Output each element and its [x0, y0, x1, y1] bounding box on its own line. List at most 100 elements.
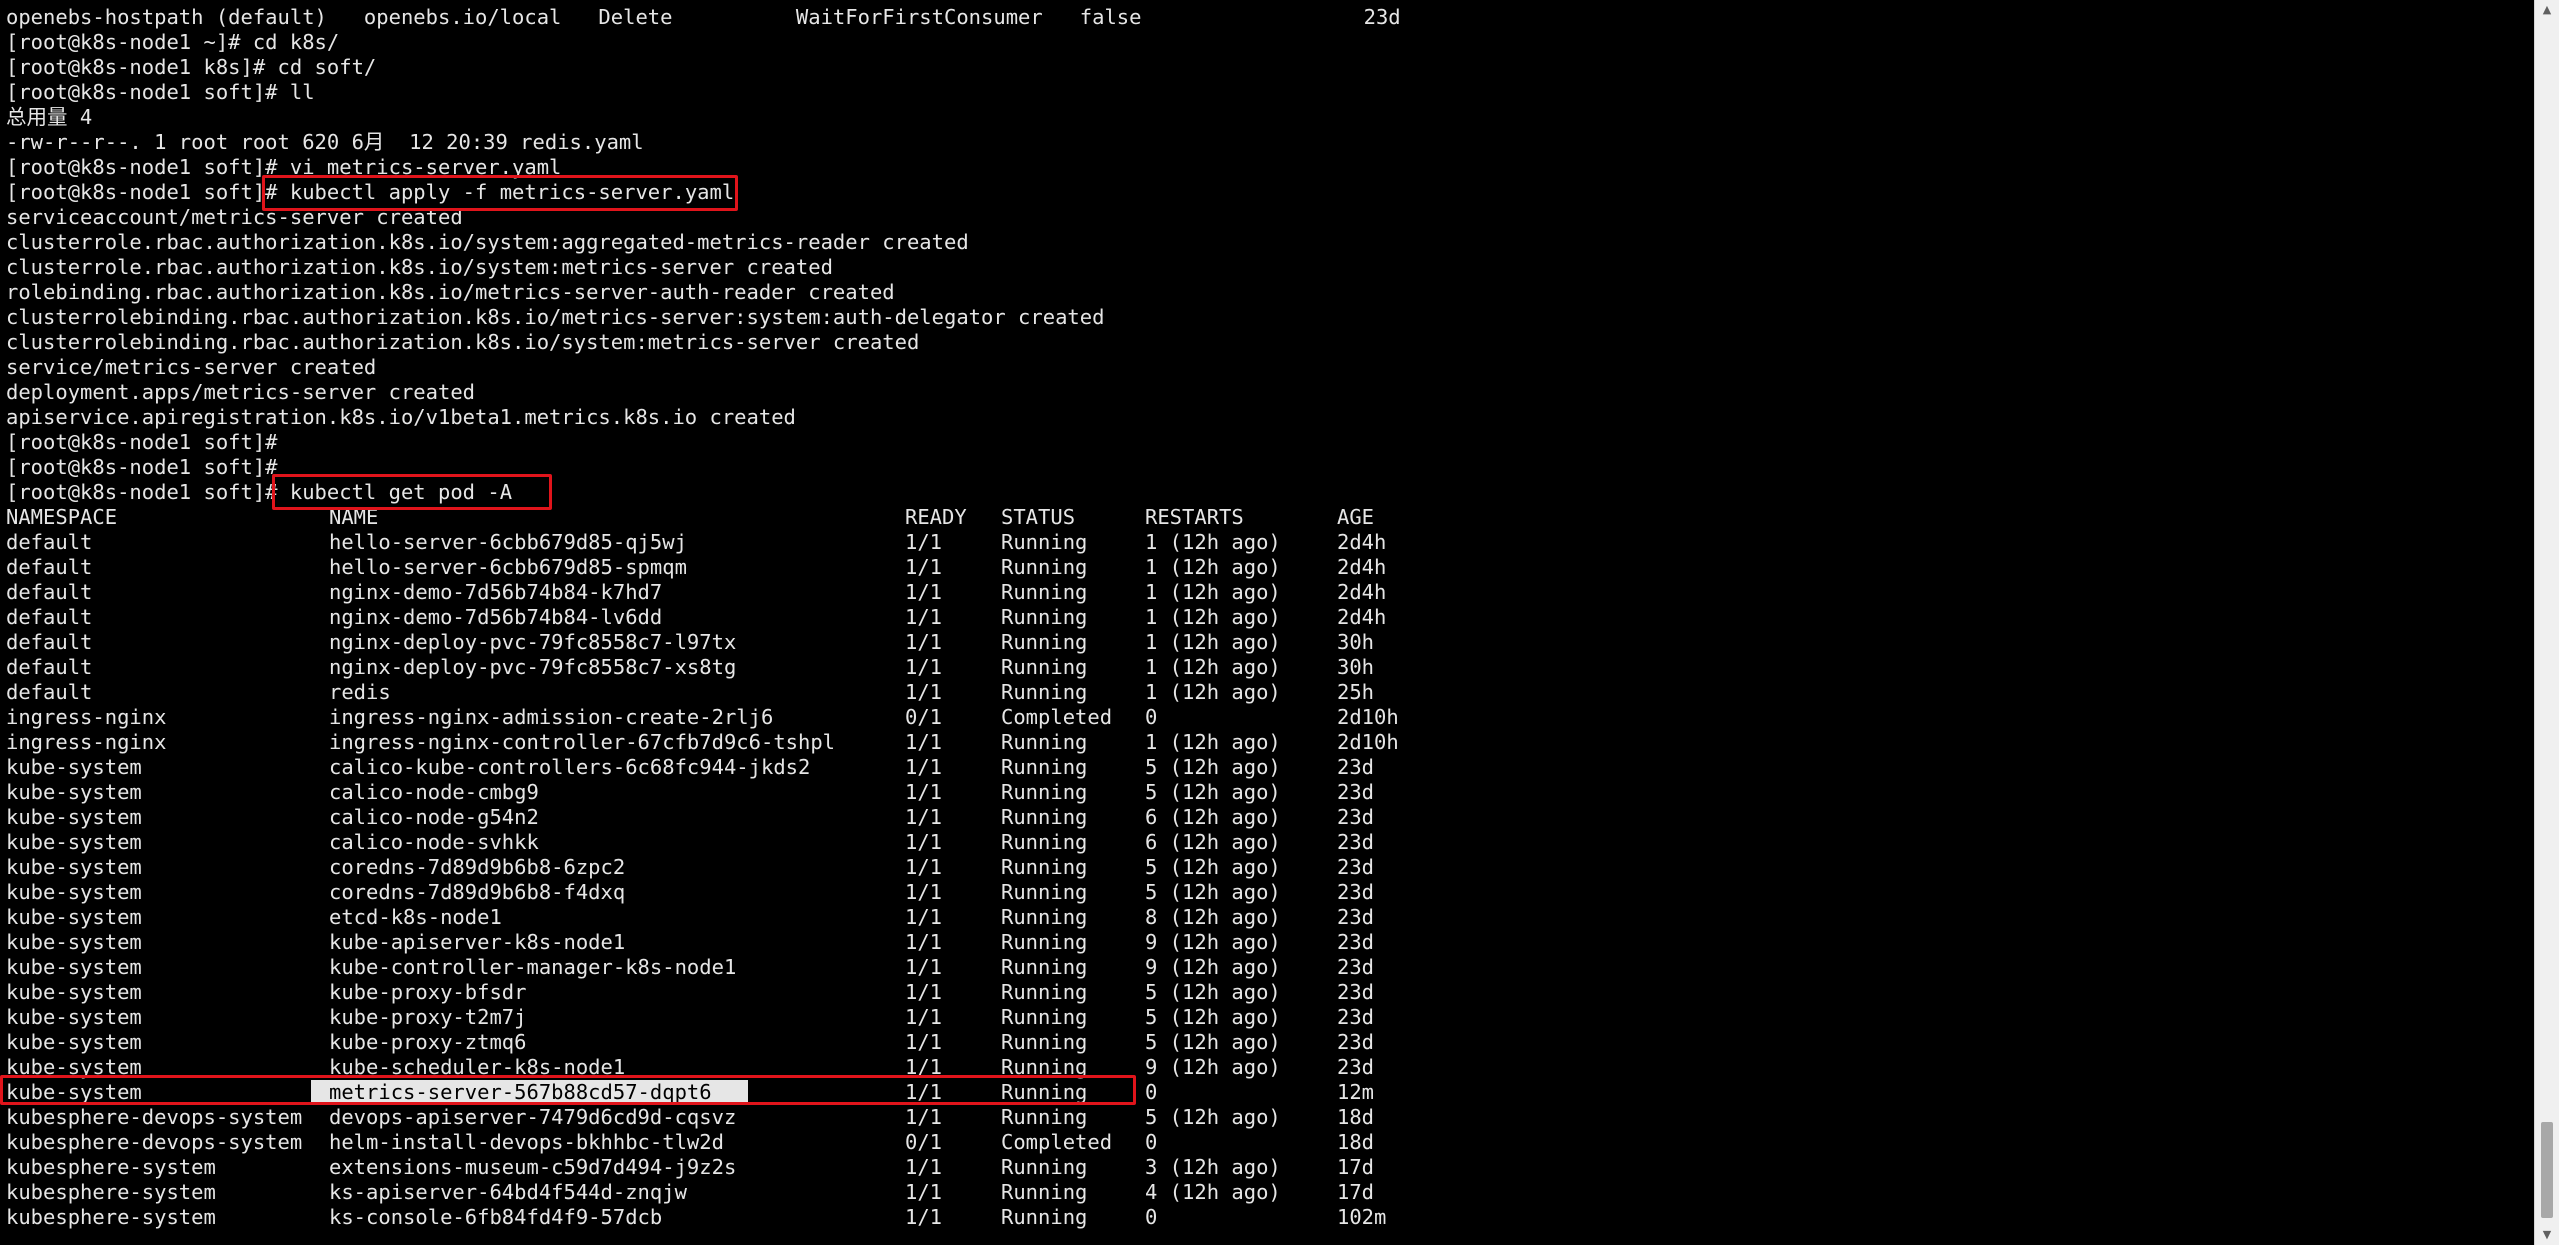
pod-namespace: ingress-nginx	[6, 705, 167, 729]
pod-restarts: 9 (12h ago)	[1145, 930, 1281, 954]
pod-name: extensions-museum-c59d7d494-j9z2s	[329, 1155, 737, 1179]
pod-name: kube-proxy-bfsdr	[329, 980, 527, 1004]
pod-ready: 1/1	[905, 1005, 943, 1029]
pod-status: Running	[1001, 630, 1088, 654]
column-header-status: STATUS	[1001, 505, 1076, 529]
pod-name: devops-apiserver-7479d6cd9d-cqsvz	[329, 1105, 737, 1129]
column-header-restarts: RESTARTS	[1145, 505, 1244, 529]
pod-name: ks-apiserver-64bd4f544d-znqjw	[329, 1180, 687, 1204]
terminal-line: clusterrole.rbac.authorization.k8s.io/sy…	[6, 255, 833, 279]
terminal-line: serviceaccount/metrics-server created	[6, 205, 463, 229]
pod-restarts: 1 (12h ago)	[1145, 680, 1281, 704]
pod-name: ks-console-6fb84fd4f9-57dcb	[329, 1205, 663, 1229]
pod-namespace: kube-system	[6, 780, 142, 804]
pod-namespace: kubesphere-system	[6, 1205, 216, 1229]
pod-status: Running	[1001, 955, 1088, 979]
pod-name: etcd-k8s-node1	[329, 905, 502, 929]
pod-name: calico-kube-controllers-6c68fc944-jkds2	[329, 755, 811, 779]
pod-status: Running	[1001, 830, 1088, 854]
pod-ready: 1/1	[905, 1205, 943, 1229]
pod-status: Running	[1001, 680, 1088, 704]
pod-namespace: kube-system	[6, 805, 142, 829]
pod-ready: 0/1	[905, 705, 943, 729]
pod-namespace: default	[6, 630, 93, 654]
pod-restarts: 1 (12h ago)	[1145, 730, 1281, 754]
pod-restarts: 1 (12h ago)	[1145, 630, 1281, 654]
pod-ready: 1/1	[905, 955, 943, 979]
pod-name: hello-server-6cbb679d85-spmqm	[329, 555, 687, 579]
pod-restarts: 5 (12h ago)	[1145, 755, 1281, 779]
terminal-line: apiservice.apiregistration.k8s.io/v1beta…	[6, 405, 796, 429]
scroll-down-icon[interactable]: ▼	[2535, 1225, 2559, 1245]
pod-ready: 1/1	[905, 755, 943, 779]
terminal-line: 总用量 4	[6, 105, 93, 129]
pod-status: Running	[1001, 1005, 1088, 1029]
pod-restarts: 9 (12h ago)	[1145, 1055, 1281, 1079]
pod-ready: 1/1	[905, 905, 943, 929]
pod-namespace: ingress-nginx	[6, 730, 167, 754]
terminal-command-line: [root@k8s-node1 soft]# kubectl get pod -…	[6, 480, 512, 505]
column-header-namespace: NAMESPACE	[6, 505, 118, 529]
pod-name: ingress-nginx-controller-67cfb7d9c6-tshp…	[329, 730, 836, 754]
pod-ready: 1/1	[905, 680, 943, 704]
pod-ready: 1/1	[905, 605, 943, 629]
pod-age: 17d	[1337, 1155, 1375, 1179]
pod-age: 23d	[1337, 805, 1375, 829]
terminal-line: clusterrolebinding.rbac.authorization.k8…	[6, 305, 1105, 329]
pod-restarts: 5 (12h ago)	[1145, 1105, 1281, 1129]
pod-restarts: 0	[1145, 1205, 1158, 1229]
pod-namespace: kube-system	[6, 905, 142, 929]
pod-namespace: default	[6, 555, 93, 579]
pod-namespace: kube-system	[6, 980, 142, 1004]
pod-age: 23d	[1337, 1030, 1375, 1054]
column-header-ready: READY	[905, 505, 967, 529]
pod-ready: 1/1	[905, 730, 943, 754]
pod-age: 18d	[1337, 1105, 1375, 1129]
pod-name: coredns-7d89d9b6b8-f4dxq	[329, 880, 626, 904]
pod-age: 23d	[1337, 855, 1375, 879]
pod-name: kube-apiserver-k8s-node1	[329, 930, 626, 954]
column-header-age: AGE	[1337, 505, 1375, 529]
pod-status: Running	[1001, 980, 1088, 1004]
pod-namespace: kubesphere-devops-system	[6, 1105, 303, 1129]
pod-status: Running	[1001, 1205, 1088, 1229]
pod-age: 23d	[1337, 830, 1375, 854]
pod-namespace: kube-system	[6, 1005, 142, 1029]
pod-namespace: default	[6, 680, 93, 704]
pod-namespace: default	[6, 530, 93, 554]
pod-name: calico-node-cmbg9	[329, 780, 539, 804]
pod-status: Running	[1001, 880, 1088, 904]
pod-status: Running	[1001, 580, 1088, 604]
pod-status: Running	[1001, 780, 1088, 804]
pod-age: 2d4h	[1337, 555, 1387, 579]
pod-ready: 0/1	[905, 1130, 943, 1154]
pod-ready: 1/1	[905, 1180, 943, 1204]
pod-age: 23d	[1337, 780, 1375, 804]
pod-age: 23d	[1337, 1055, 1375, 1079]
pod-status: Running	[1001, 1030, 1088, 1054]
pod-namespace: kube-system	[6, 955, 142, 979]
pod-name: calico-node-g54n2	[329, 805, 539, 829]
pod-status: Running	[1001, 855, 1088, 879]
pod-age: 2d10h	[1337, 730, 1399, 754]
terminal-line: clusterrolebinding.rbac.authorization.k8…	[6, 330, 920, 354]
pod-name: kube-proxy-t2m7j	[329, 1005, 527, 1029]
pod-restarts: 8 (12h ago)	[1145, 905, 1281, 929]
terminal-line: rolebinding.rbac.authorization.k8s.io/me…	[6, 280, 895, 304]
pod-namespace: kubesphere-system	[6, 1180, 216, 1204]
pod-ready: 1/1	[905, 780, 943, 804]
pod-status: Running	[1001, 530, 1088, 554]
pod-age: 30h	[1337, 630, 1375, 654]
scroll-up-icon[interactable]: ▲	[2535, 0, 2559, 20]
terminal-line: -rw-r--r--. 1 root root 620 6月 12 20:39 …	[6, 130, 644, 154]
pod-ready: 1/1	[905, 1155, 943, 1179]
pod-age: 23d	[1337, 880, 1375, 904]
pod-ready: 1/1	[905, 805, 943, 829]
pod-namespace: kube-system	[6, 855, 142, 879]
vertical-scrollbar[interactable]: ▲ ▼	[2534, 0, 2559, 1245]
terminal-window[interactable]: openebs-hostpath (default) openebs.io/lo…	[0, 0, 2535, 1245]
pod-ready: 1/1	[905, 830, 943, 854]
pod-name: helm-install-devops-bkhhbc-tlw2d	[329, 1130, 724, 1154]
pod-restarts: 1 (12h ago)	[1145, 530, 1281, 554]
scroll-thumb[interactable]	[2541, 1122, 2553, 1218]
